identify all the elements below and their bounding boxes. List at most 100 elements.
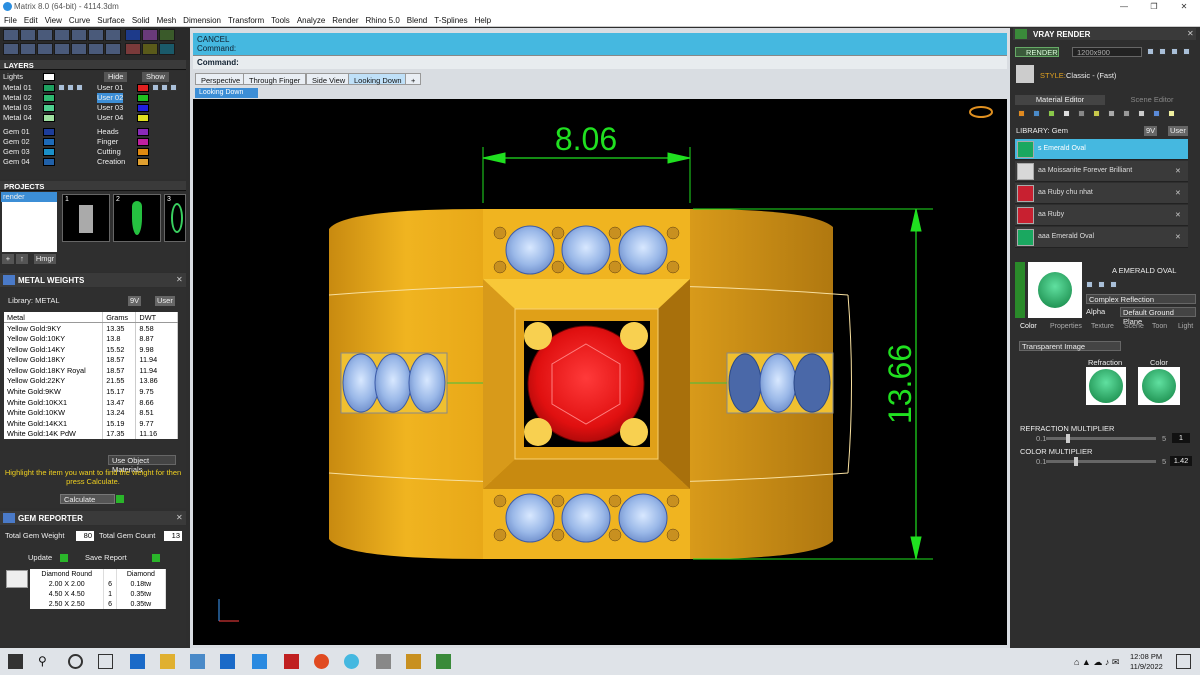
tab-color[interactable]: Color: [1020, 323, 1037, 330]
tool-icon[interactable]: [159, 43, 175, 55]
slider-thumb[interactable]: [1074, 457, 1078, 466]
zalo-icon[interactable]: [252, 654, 267, 669]
table-row[interactable]: Yellow Gold:18KY 18.57 11.94: [4, 354, 178, 365]
resolution-select[interactable]: 1200x900: [1072, 47, 1142, 57]
layer-heads[interactable]: Heads: [97, 127, 119, 137]
reflection-select[interactable]: Complex Reflection: [1086, 294, 1196, 304]
layer-color-swatch[interactable]: [43, 148, 55, 156]
up-button[interactable]: ↑: [16, 254, 28, 264]
layer-color-swatch[interactable]: [137, 84, 149, 92]
update-button[interactable]: Update: [28, 553, 52, 563]
tool-icon[interactable]: [125, 43, 141, 55]
layer-metal-04[interactable]: Metal 04: [3, 113, 32, 123]
table-row[interactable]: Yellow Gold:14KY 15.52 9.98: [4, 343, 178, 355]
layer-metal-01[interactable]: Metal 01: [3, 83, 32, 93]
layer-color-swatch[interactable]: [43, 94, 55, 102]
table-row[interactable]: Yellow Gold:22KY 21.55 13.86: [4, 375, 178, 387]
style-value[interactable]: Classic - (Fast): [1066, 71, 1116, 81]
edge-icon[interactable]: [130, 654, 145, 669]
tool-icon[interactable]: [71, 29, 87, 41]
tool-icon[interactable]: [105, 29, 121, 41]
material-item[interactable]: aa Ruby ✕: [1015, 205, 1188, 226]
library-9v-button[interactable]: 9V: [1144, 126, 1158, 136]
tool-icon[interactable]: [88, 43, 104, 55]
layer-color-swatch[interactable]: [137, 94, 149, 102]
table-row[interactable]: White Gold:10KW 13.24 8.51: [4, 407, 178, 418]
close-icon[interactable]: ✕: [1187, 29, 1194, 38]
project-item[interactable]: render: [1, 192, 57, 202]
library-user-button[interactable]: User: [1168, 126, 1188, 136]
table-row[interactable]: White Gold:9KW 15.17 9.75: [4, 386, 178, 397]
layer-color-swatch[interactable]: [137, 158, 149, 166]
water-icon[interactable]: [1153, 110, 1160, 117]
grid-icon[interactable]: [1108, 110, 1115, 117]
color-value[interactable]: 1.42: [1170, 456, 1192, 466]
close-icon[interactable]: ✕: [1170, 0, 1198, 14]
material-item[interactable]: aa Ruby chu nhat ✕: [1015, 183, 1188, 204]
layer-color-swatch[interactable]: [43, 84, 55, 92]
add-tab-button[interactable]: +: [405, 73, 421, 85]
tool-icon[interactable]: [37, 43, 53, 55]
project-thumb[interactable]: 1: [62, 194, 110, 242]
lock-icon[interactable]: [152, 84, 159, 91]
menu-analyze[interactable]: Analyze: [293, 14, 328, 25]
tab-toon[interactable]: Toon: [1152, 323, 1167, 330]
tool-icon[interactable]: [54, 43, 70, 55]
layer-metal-02[interactable]: Metal 02: [3, 93, 32, 103]
tab-scene-editor[interactable]: Scene Editor: [1108, 95, 1196, 105]
menu-edit[interactable]: Edit: [20, 14, 41, 25]
tab-texture[interactable]: Texture: [1091, 323, 1114, 330]
layer-gem-02[interactable]: Gem 02: [3, 137, 30, 147]
layer-color-swatch[interactable]: [137, 128, 149, 136]
tool-icon[interactable]: [125, 29, 141, 41]
mail-icon[interactable]: [220, 654, 235, 669]
use-object-materials-select[interactable]: Use Object Materials: [108, 455, 176, 474]
save-report-button[interactable]: Save Report: [85, 553, 127, 563]
tool-icon[interactable]: [37, 29, 53, 41]
calculate-go-icon[interactable]: [116, 495, 124, 503]
sphere-icon[interactable]: [1063, 110, 1070, 117]
menu-tools[interactable]: Tools: [267, 14, 293, 25]
save-go-icon[interactable]: [152, 554, 160, 562]
menu-view[interactable]: View: [41, 14, 65, 25]
tool-icon[interactable]: [20, 29, 36, 41]
pattern-icon[interactable]: [1123, 110, 1130, 117]
hide-button[interactable]: Hide: [104, 72, 128, 82]
tab-scene[interactable]: Scene: [1124, 323, 1144, 330]
layer-creation[interactable]: Creation: [97, 157, 125, 167]
table-row[interactable]: White Gold:14K PdW 17.35 11.16: [4, 428, 178, 440]
material-item[interactable]: aaa Emerald Oval ✕: [1015, 227, 1188, 248]
menu-file[interactable]: File: [0, 14, 20, 25]
tool-icon[interactable]: [20, 43, 36, 55]
menu-solid[interactable]: Solid: [128, 14, 153, 25]
layer-user-04[interactable]: User 04: [97, 113, 123, 123]
menu-rhino[interactable]: Rhino 5.0: [362, 14, 403, 25]
table-row[interactable]: Yellow Gold:9KY 13.35 8.58: [4, 322, 178, 334]
layer-color-swatch[interactable]: [43, 104, 55, 112]
eye-icon[interactable]: [161, 84, 168, 91]
remove-icon[interactable]: ✕: [1175, 167, 1181, 175]
layer-user-01[interactable]: User 01: [97, 83, 123, 93]
menu-render[interactable]: Render: [328, 14, 361, 25]
project-thumb[interactable]: 3: [164, 194, 186, 242]
table-row[interactable]: Yellow Gold:18KY Royal 18.57 11.94: [4, 364, 178, 376]
3d-viewport[interactable]: 8.06 13.66: [193, 99, 1007, 645]
calculate-button[interactable]: Calculate: [60, 494, 115, 504]
start-icon[interactable]: [8, 654, 23, 669]
layer-finger[interactable]: Finger: [97, 137, 118, 147]
option-icon[interactable]: [1086, 281, 1093, 288]
layer-color-swatch[interactable]: [43, 158, 55, 166]
table-row[interactable]: 4.50 X 4.50 1 0.35tw: [30, 589, 167, 599]
maximize-icon[interactable]: ❐: [1140, 0, 1168, 14]
table-row[interactable]: 2.00 X 2.00 6 0.18tw: [30, 579, 167, 589]
tool-icon[interactable]: [105, 43, 121, 55]
render-button[interactable]: RENDER: [1015, 47, 1059, 57]
bulb-icon[interactable]: [1168, 110, 1175, 117]
remove-icon[interactable]: ✕: [1175, 211, 1181, 219]
menu-curve[interactable]: Curve: [65, 14, 93, 25]
library-user-button[interactable]: User: [155, 296, 175, 306]
menu-blend[interactable]: Blend: [403, 14, 430, 25]
tool-icon[interactable]: [71, 43, 87, 55]
hmgr-button[interactable]: Hmgr: [34, 254, 56, 264]
eye-icon[interactable]: [67, 84, 74, 91]
